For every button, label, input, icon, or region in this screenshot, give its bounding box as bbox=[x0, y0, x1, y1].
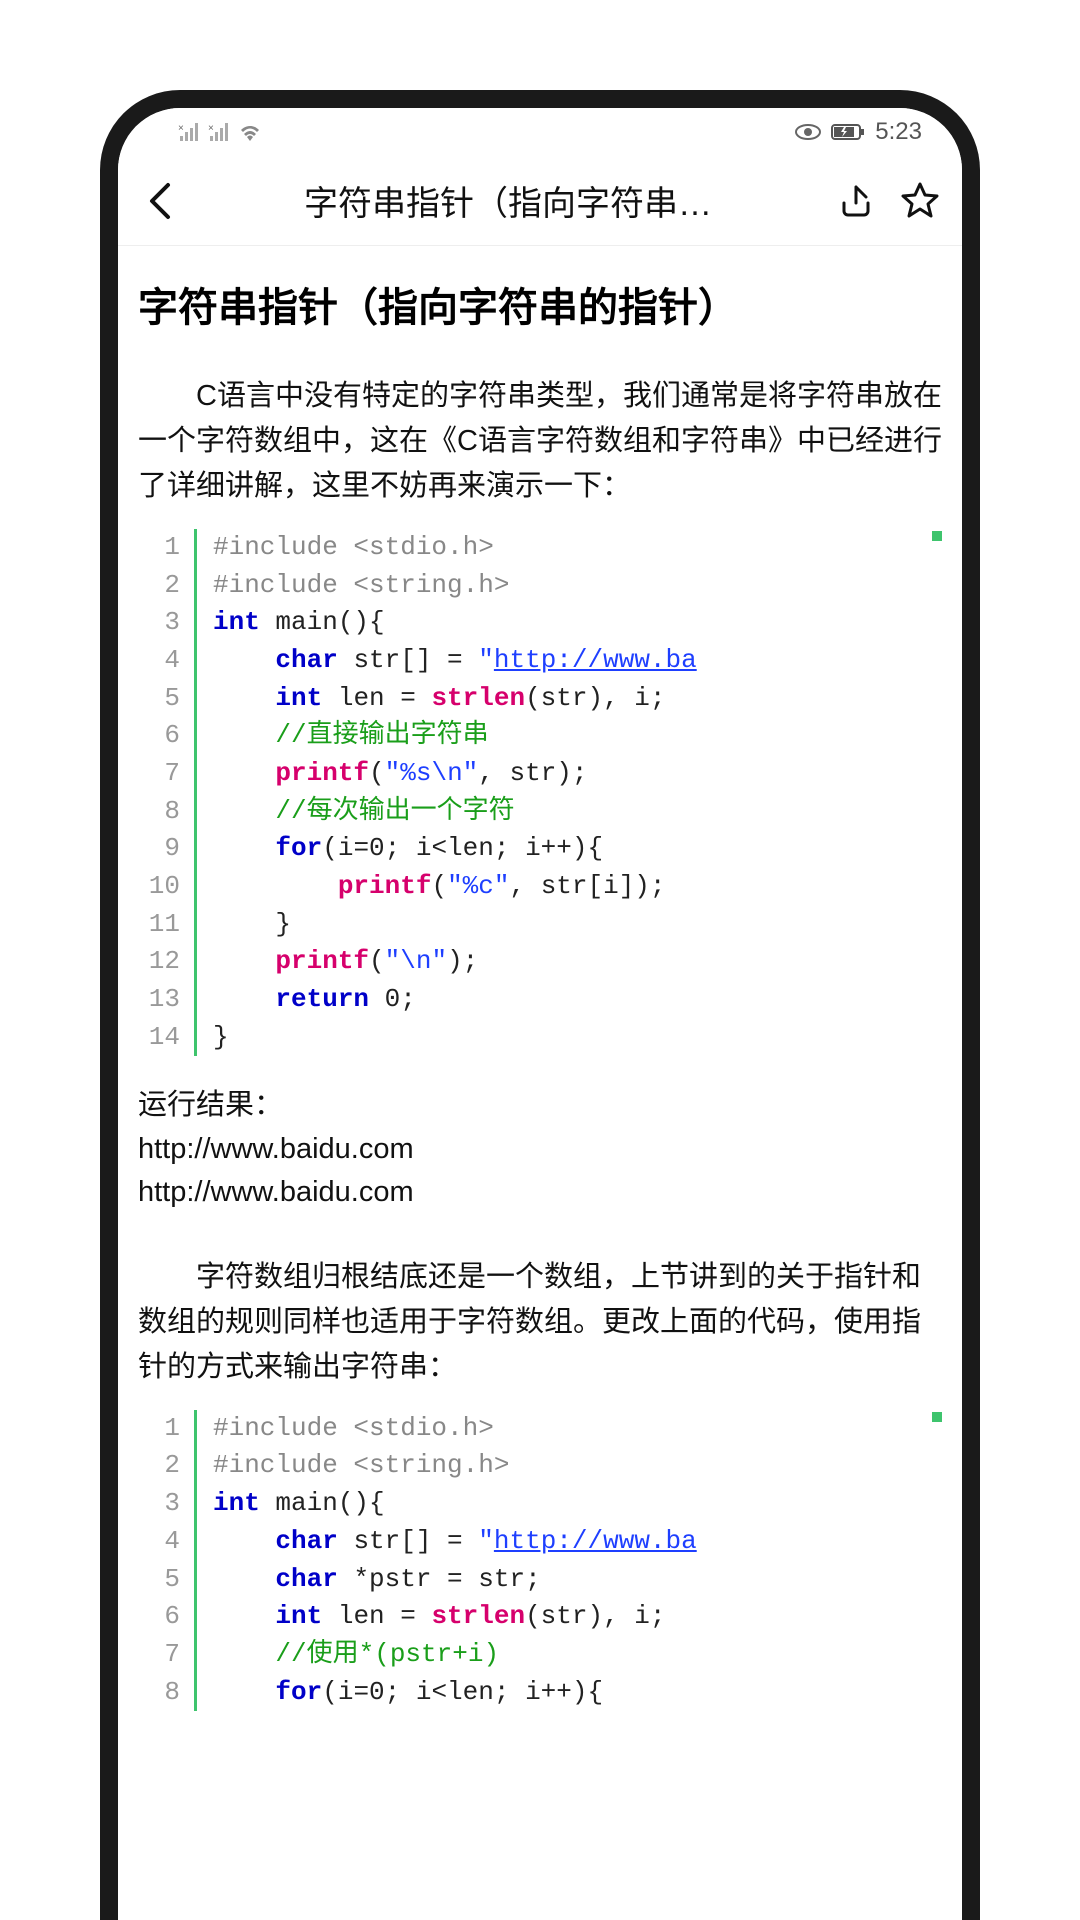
back-button[interactable] bbox=[132, 173, 188, 229]
svg-text:×: × bbox=[178, 123, 184, 134]
code-block-2: 1 2 3 4 5 6 7 8 #include <stdio.h> #incl… bbox=[138, 1410, 942, 1712]
status-time: 5:23 bbox=[875, 118, 922, 146]
wifi-icon bbox=[238, 123, 262, 141]
article-content[interactable]: 字符串指针（指向字符串的指针） C语言中没有特定的字符串类型，我们通常是将字符串… bbox=[118, 246, 962, 1920]
chevron-left-icon bbox=[146, 181, 174, 221]
code-divider bbox=[194, 1410, 197, 1712]
signal-icon: × bbox=[178, 123, 200, 141]
page-title: 字符串指针（指向字符串… bbox=[196, 176, 820, 225]
eye-icon bbox=[795, 123, 821, 141]
status-right: 5:23 bbox=[795, 118, 922, 146]
signal-icon-2: × bbox=[208, 123, 230, 141]
share-button[interactable] bbox=[828, 173, 884, 229]
battery-icon bbox=[831, 123, 865, 141]
status-left: × × bbox=[178, 123, 262, 141]
paragraph-2: 字符数组归根结底还是一个数组，上节讲到的关于指针和数组的规则同样也适用于字符数组… bbox=[138, 1255, 942, 1390]
star-icon bbox=[900, 181, 940, 221]
code-content: #include <stdio.h> #include <string.h> i… bbox=[213, 1410, 942, 1712]
status-bar: × × 5:23 bbox=[118, 108, 962, 156]
code-block-1: 1 2 3 4 5 6 7 8 9 10 11 12 13 14 #includ… bbox=[138, 529, 942, 1057]
favorite-button[interactable] bbox=[892, 173, 948, 229]
paragraph-1: C语言中没有特定的字符串类型，我们通常是将字符串放在一个字符数组中，这在《C语言… bbox=[138, 374, 942, 509]
app-bar: 字符串指针（指向字符串… bbox=[118, 156, 962, 246]
svg-text:×: × bbox=[208, 123, 214, 134]
result-label: 运行结果： bbox=[138, 1084, 942, 1128]
share-icon bbox=[838, 183, 874, 219]
line-numbers: 1 2 3 4 5 6 7 8 bbox=[138, 1410, 194, 1712]
code-content: #include <stdio.h> #include <string.h> i… bbox=[213, 529, 942, 1057]
result-line-2: http://www.baidu.com bbox=[138, 1171, 942, 1215]
code-divider bbox=[194, 529, 197, 1057]
line-numbers: 1 2 3 4 5 6 7 8 9 10 11 12 13 14 bbox=[138, 529, 194, 1057]
article-title: 字符串指针（指向字符串的指针） bbox=[138, 282, 942, 334]
result-line-1: http://www.baidu.com bbox=[138, 1128, 942, 1172]
result-block: 运行结果： http://www.baidu.com http://www.ba… bbox=[138, 1084, 942, 1215]
